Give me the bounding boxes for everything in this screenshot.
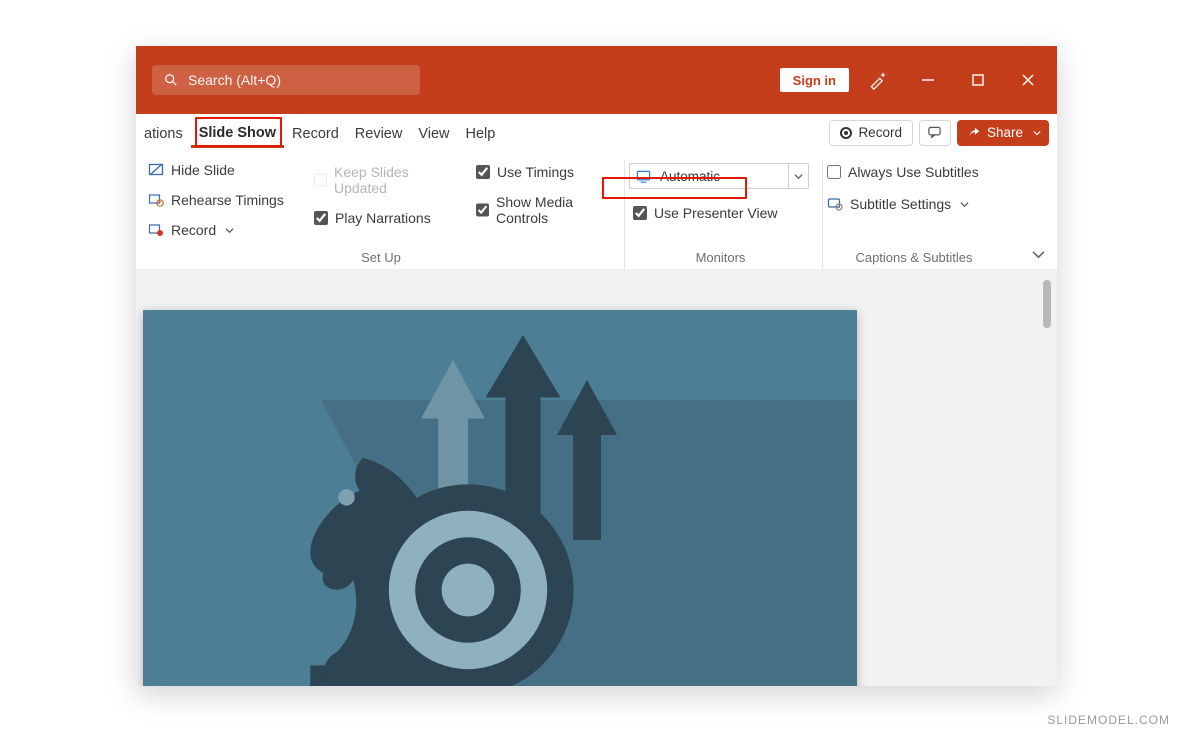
hide-slide-button[interactable]: Hide Slide <box>148 162 288 178</box>
always-subtitles-checkbox[interactable]: Always Use Subtitles <box>827 164 1001 180</box>
record-dropdown-button[interactable]: Record <box>148 222 288 238</box>
use-timings-checkbox[interactable]: Use Timings <box>476 164 614 180</box>
close-button[interactable] <box>1007 58 1049 102</box>
present-live-button[interactable] <box>919 120 951 146</box>
subtitle-settings-icon <box>827 196 843 212</box>
group-label-setup: Set Up <box>148 244 614 269</box>
chevron-down-icon <box>1032 248 1045 261</box>
rehearse-timings-button[interactable]: Rehearse Timings <box>148 192 288 208</box>
chevron-down-icon <box>794 172 803 181</box>
record-button[interactable]: Record <box>829 120 913 146</box>
slide-stage: Hoshin Kanri <box>136 270 1057 686</box>
chevron-down-icon <box>1033 129 1041 137</box>
group-set-up: Hide Slide Rehearse Timings Record <box>144 160 625 269</box>
share-icon <box>967 126 981 140</box>
monitor-select[interactable]: Automatic <box>629 163 809 189</box>
minimize-icon <box>920 72 936 88</box>
tab-slide-show[interactable]: Slide Show <box>191 117 284 148</box>
draw-pen-button[interactable] <box>857 58 899 102</box>
vertical-scrollbar[interactable] <box>1041 280 1053 676</box>
slide-preview[interactable]: Hoshin Kanri <box>143 310 857 686</box>
group-label-monitors: Monitors <box>629 244 812 269</box>
group-captions: Always Use Subtitles Subtitle Settings C… <box>823 160 1011 269</box>
app-window: Search (Alt+Q) Sign in ations Slide Show… <box>136 46 1057 686</box>
comment-icon <box>927 125 942 140</box>
tab-record[interactable]: Record <box>284 118 347 148</box>
target-icon <box>358 480 578 686</box>
scrollbar-thumb[interactable] <box>1043 280 1051 328</box>
monitor-icon <box>630 169 656 184</box>
group-monitors: Automatic Use Presenter View Monitors <box>625 160 823 269</box>
share-button[interactable]: Share <box>957 120 1049 146</box>
hide-slide-icon <box>148 162 164 178</box>
maximize-button[interactable] <box>957 58 999 102</box>
search-icon <box>164 73 178 87</box>
rehearse-icon <box>148 192 164 208</box>
record-slideshow-icon <box>148 222 164 238</box>
maximize-icon <box>970 72 986 88</box>
close-icon <box>1020 72 1036 88</box>
subtitle-settings-button[interactable]: Subtitle Settings <box>827 196 1001 212</box>
chevron-down-icon <box>225 226 234 235</box>
search-placeholder: Search (Alt+Q) <box>188 72 281 88</box>
use-presenter-view-checkbox[interactable]: Use Presenter View <box>633 205 812 221</box>
tab-help[interactable]: Help <box>458 118 504 148</box>
monitor-value: Automatic <box>656 169 788 184</box>
tab-previous-cut[interactable]: ations <box>140 118 191 148</box>
show-media-controls-checkbox[interactable]: Show Media Controls <box>476 194 614 226</box>
watermark: SLIDEMODEL.COM <box>1047 713 1170 727</box>
play-narrations-checkbox[interactable]: Play Narrations <box>314 210 450 226</box>
record-dot-icon <box>840 127 852 139</box>
sign-in-button[interactable]: Sign in <box>780 68 849 92</box>
keep-slides-updated-checkbox: Keep Slides Updated <box>314 164 450 196</box>
minimize-button[interactable] <box>907 58 949 102</box>
pen-sparkle-icon <box>868 70 888 90</box>
ribbon-body: Hide Slide Rehearse Timings Record <box>136 152 1057 270</box>
tab-view[interactable]: View <box>410 118 457 148</box>
collapse-ribbon-button[interactable] <box>1029 245 1047 263</box>
search-box[interactable]: Search (Alt+Q) <box>152 65 420 95</box>
monitor-dropdown-arrow[interactable] <box>788 164 808 188</box>
chevron-down-icon <box>960 200 969 209</box>
title-bar: Search (Alt+Q) Sign in <box>136 46 1057 114</box>
ribbon-tabs: ations Slide Show Record Review View Hel… <box>136 114 1057 152</box>
tab-review[interactable]: Review <box>347 118 411 148</box>
group-label-captions: Captions & Subtitles <box>827 244 1001 269</box>
